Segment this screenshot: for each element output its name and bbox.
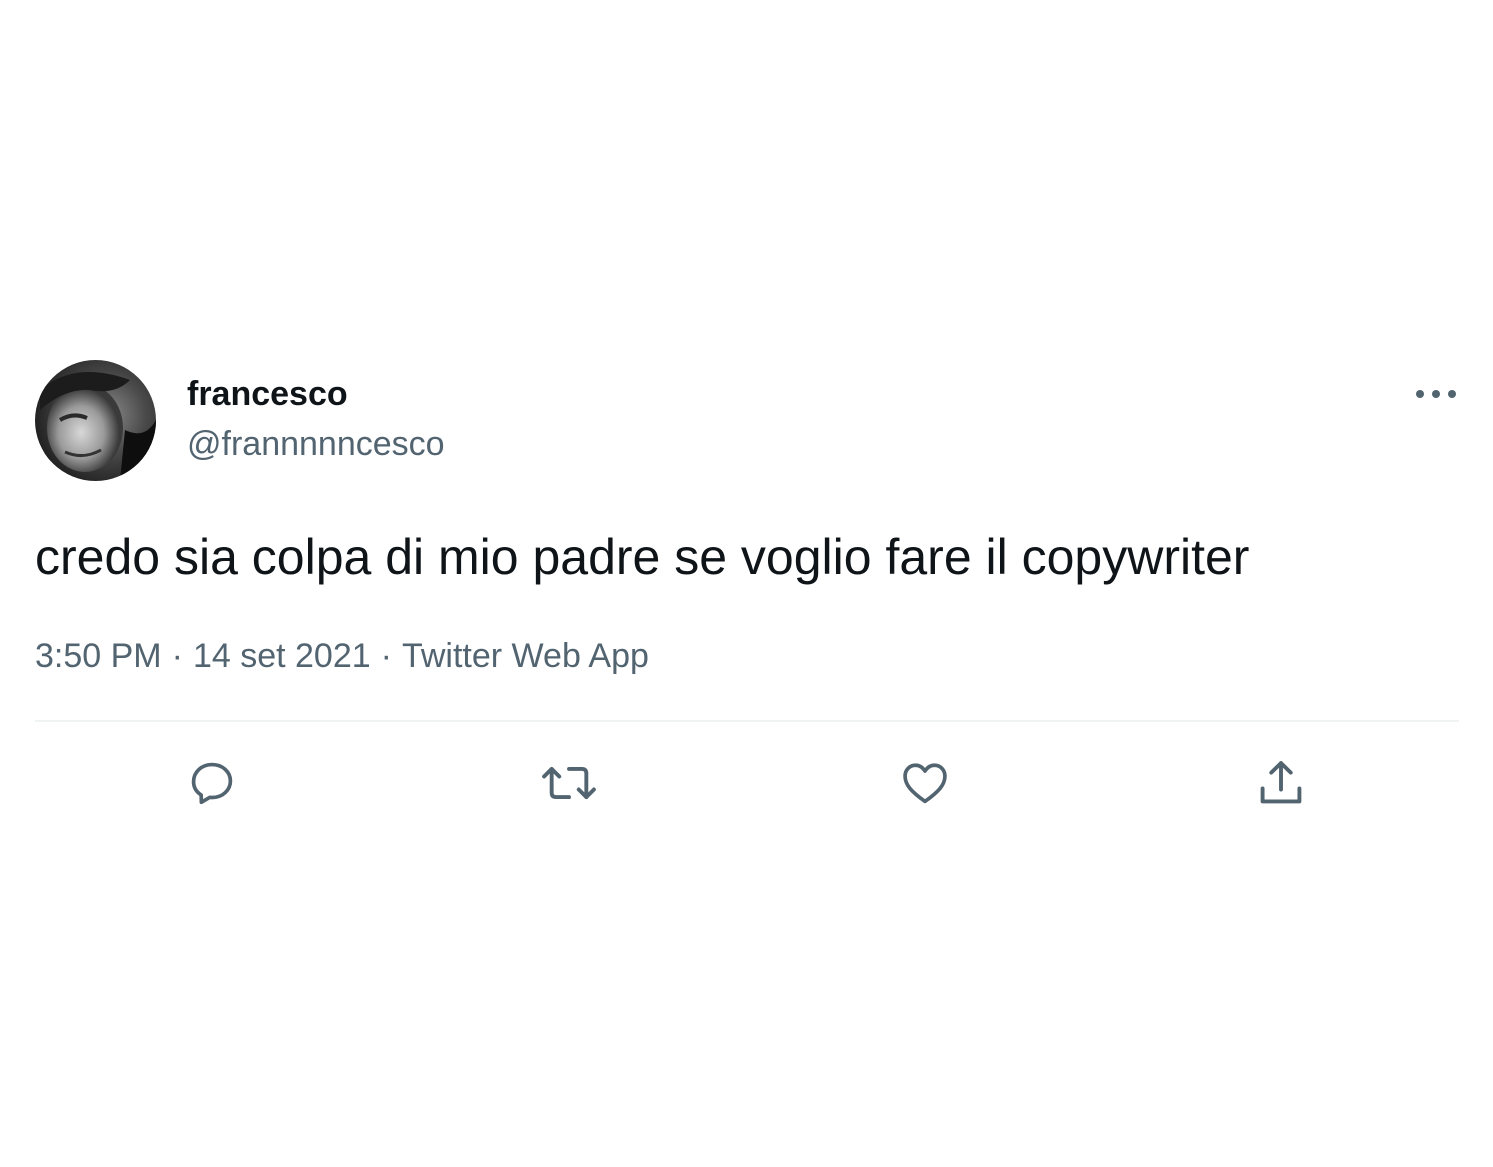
- reply-icon: [191, 762, 233, 805]
- reply-button[interactable]: [182, 753, 242, 813]
- more-icon: [1416, 390, 1456, 398]
- divider: [35, 720, 1459, 722]
- tweet-time[interactable]: 3:50 PM: [35, 637, 162, 675]
- user-handle[interactable]: @frannnnncesco: [187, 423, 445, 465]
- heart-icon: [903, 763, 947, 804]
- like-button[interactable]: [895, 753, 955, 813]
- tweet-date[interactable]: 14 set 2021: [193, 637, 371, 675]
- share-icon: [1260, 761, 1302, 804]
- tweet-card: francesco @frannnnncesco credo sia colpa…: [0, 0, 1493, 1167]
- meta-separator: ·: [380, 637, 392, 675]
- tweet-text: credo sia colpa di mio padre se voglio f…: [35, 529, 1250, 585]
- share-button[interactable]: [1251, 753, 1311, 813]
- retweet-button[interactable]: [539, 753, 599, 813]
- avatar-image: [35, 360, 156, 481]
- avatar[interactable]: [35, 360, 156, 481]
- tweet-source[interactable]: Twitter Web App: [402, 637, 649, 675]
- display-name[interactable]: francesco: [187, 373, 348, 415]
- more-options-button[interactable]: [1410, 378, 1462, 410]
- meta-separator: ·: [171, 637, 183, 675]
- tweet-meta: 3:50 PM · 14 set 2021 · Twitter Web App: [35, 634, 649, 678]
- retweet-icon: [542, 766, 596, 800]
